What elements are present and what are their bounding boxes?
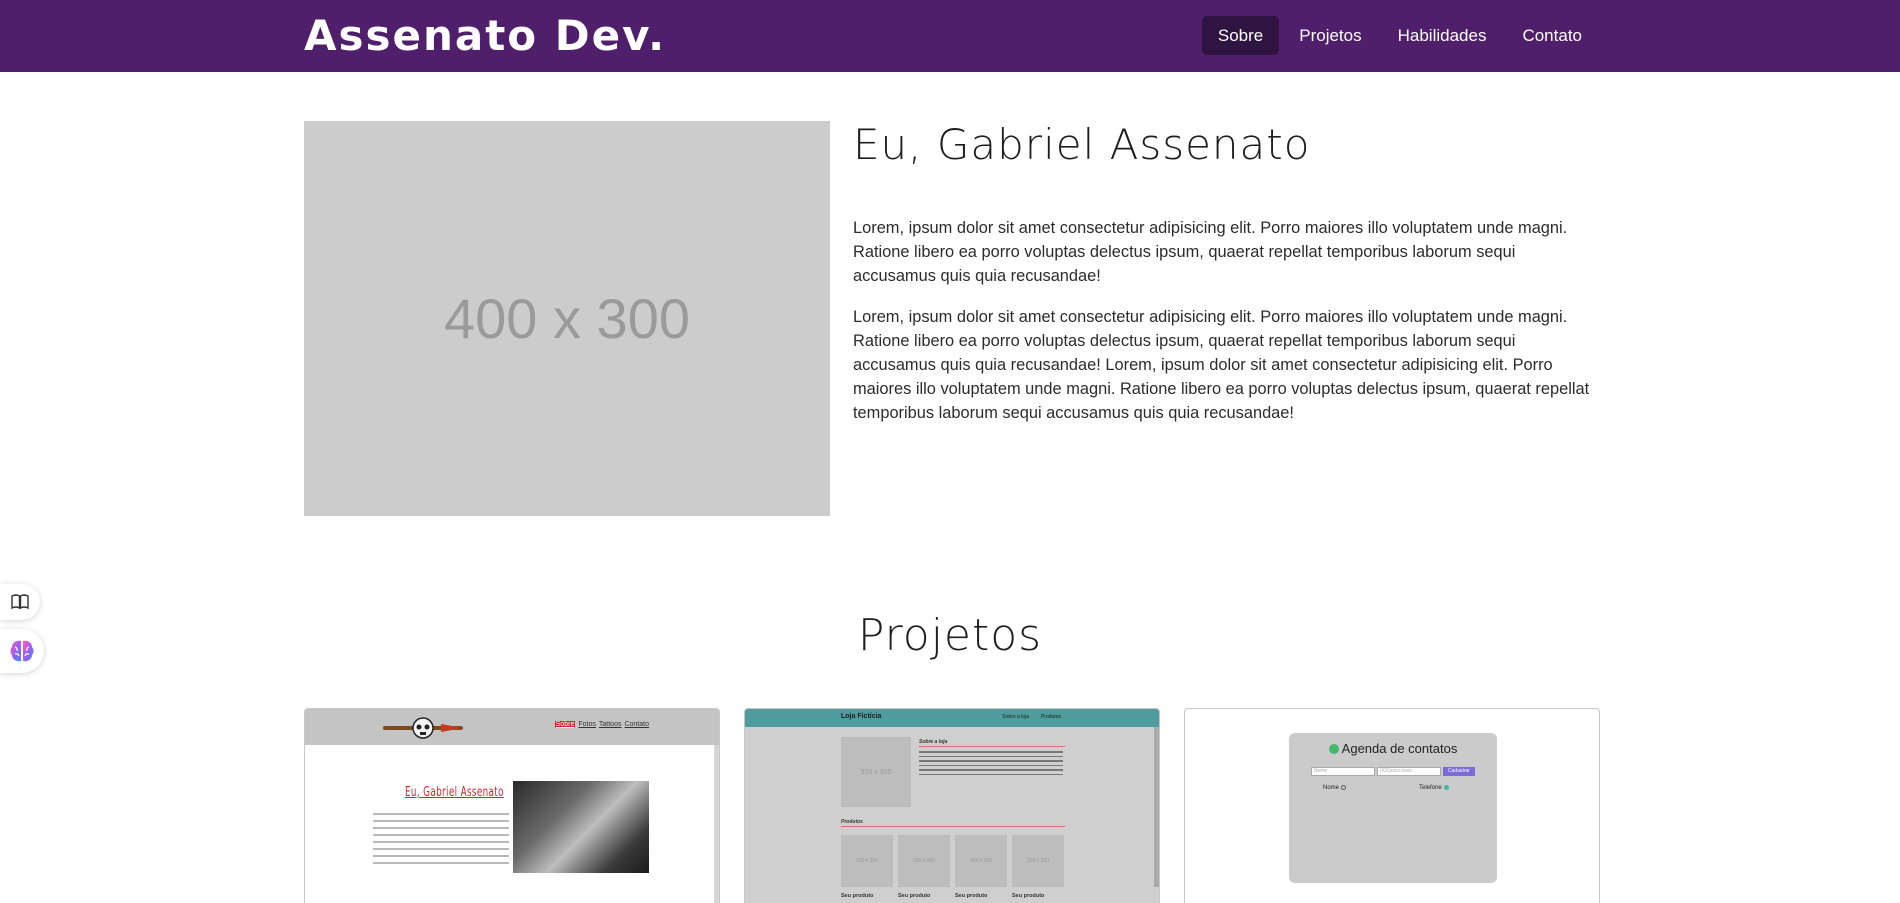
preview-navbar: Loja Fictícia Sobre a loja Produtos (745, 709, 1159, 727)
preview-scrollbar (1154, 727, 1159, 887)
preview-menu-item: Contato (624, 721, 649, 728)
preview-divider (841, 826, 1065, 827)
preview-product-image: 200 x 200 (841, 835, 893, 887)
about-title: Eu, Gabriel Assenato (853, 120, 1311, 169)
project-card[interactable]: Sobre Fotos Tattoos Contato Eu, Gabriel … (304, 708, 720, 903)
nav-link-habilidades[interactable]: Habilidades (1382, 16, 1503, 55)
preview-app-title-text: Agenda de contatos (1341, 741, 1458, 756)
preview-menu: Sobre Fotos Tattoos Contato (554, 721, 649, 728)
about-paragraph: Lorem, ipsum dolor sit amet consectetur … (853, 219, 1568, 286)
preview-scrollbar (714, 745, 719, 903)
preview-contact-app: Agenda de contatos Nome (XX)xxxx-xxxx Ca… (1289, 733, 1497, 883)
preview-text-lines (919, 751, 1063, 778)
about-text: Eu, Gabriel Assenato Lorem, ipsum dolor … (853, 118, 1593, 442)
preview-menu-item: Tattoos (598, 721, 622, 728)
preview-navbar: Sobre Fotos Tattoos Contato (305, 709, 719, 745)
preview-product-caption: Seu produto (898, 893, 931, 899)
preview-submit-button: Cadastrar (1443, 767, 1475, 776)
preview-column-name: Nome (1323, 785, 1347, 791)
image-placeholder-label: 400 x 300 (444, 287, 690, 350)
preview-menu-item: Produtos (1040, 714, 1061, 720)
preview-subheading: Sobre a loja (919, 739, 948, 745)
nav-link-sobre[interactable]: Sobre (1201, 16, 1280, 55)
preview-heading: Eu, Gabriel Assenato (405, 785, 504, 800)
preview-app-title: Agenda de contatos (1289, 741, 1497, 756)
skull-dagger-logo-icon (383, 717, 463, 739)
preview-menu-item: Sobre (554, 721, 576, 728)
preview-photo (513, 781, 649, 873)
preview-product-caption: Seu produto (841, 893, 874, 899)
book-icon (11, 594, 29, 610)
preview-menu: Sobre a loja Produtos (1002, 714, 1061, 720)
preview-column-label: Nome (1323, 785, 1340, 791)
preview-product-caption: Seu produto (1012, 893, 1045, 899)
nav-link-contato[interactable]: Contato (1506, 16, 1598, 55)
about-image-placeholder: 400 x 300 (304, 121, 830, 516)
preview-column-phone: Telefone (1419, 785, 1449, 791)
preview-product-image: 200 x 200 (955, 835, 1007, 887)
preview-menu-item: Fotos (578, 721, 596, 728)
preview-brand: Loja Fictícia (841, 713, 882, 720)
preview-column-label: Telefone (1419, 785, 1442, 791)
preview-menu-item: Sobre a loja (1002, 714, 1029, 720)
radio-icon (1443, 785, 1449, 790)
radio-icon (1341, 785, 1347, 790)
preview-product-image: 200 x 200 (1012, 835, 1064, 887)
project-card[interactable]: Loja Fictícia Sobre a loja Produtos 320 … (744, 708, 1160, 903)
preview-phone-input: (XX)xxxx-xxxx (1377, 767, 1441, 776)
preview-product-caption: Seu produto (955, 893, 988, 899)
preview-name-input: Nome (1311, 767, 1375, 776)
brand-logo[interactable]: Assenato Dev. (304, 10, 666, 62)
about-paragraph: Lorem, ipsum dolor sit amet consectetur … (853, 307, 1590, 423)
projects-title: Projetos (857, 610, 1043, 661)
navbar: Assenato Dev. Sobre Projetos Habilidades… (0, 0, 1900, 72)
preview-subheading: Produtos (841, 819, 863, 825)
preview-divider (919, 746, 1065, 747)
nav-link-projetos[interactable]: Projetos (1283, 16, 1377, 55)
preview-product-image: 200 x 200 (898, 835, 950, 887)
main-nav: Sobre Projetos Habilidades Contato (1201, 16, 1598, 55)
contact-app-icon (1328, 744, 1339, 754)
preview-image: 320 x 320 (841, 737, 911, 807)
preview-text-lines (373, 813, 509, 869)
project-card[interactable]: Agenda de contatos Nome (XX)xxxx-xxxx Ca… (1184, 708, 1600, 903)
